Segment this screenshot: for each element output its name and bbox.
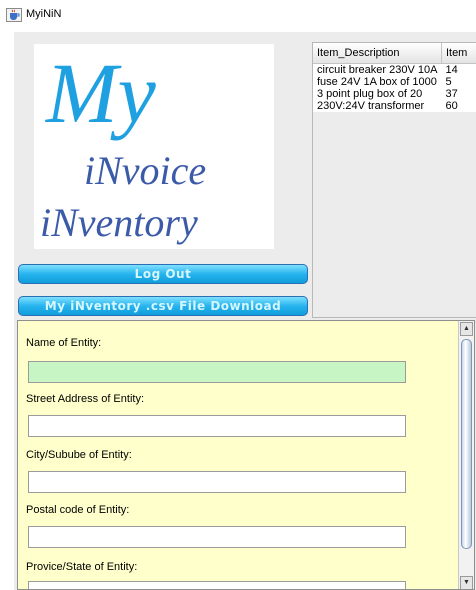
- scroll-down-icon[interactable]: ▼: [460, 576, 473, 589]
- java-cup-icon: [6, 8, 22, 22]
- table-cell: 60: [445, 99, 458, 112]
- table-header-row: Item_Description Item: [313, 43, 476, 64]
- logo-image: My iNvoice iNventory: [40, 45, 206, 245]
- street-address-label: Street Address of Entity:: [26, 393, 145, 405]
- main-window: My iNvoice iNventory Log Out My iNventor…: [14, 32, 476, 590]
- table-cell: 5: [445, 75, 452, 88]
- inventory-table-panel[interactable]: Item_Description Item circuit breaker 23…: [312, 42, 476, 318]
- postal-code-label: Postal code of Entity:: [26, 504, 130, 516]
- column-header-item[interactable]: Item: [441, 43, 476, 64]
- table-row[interactable]: 230V:24V transformer 60: [313, 100, 476, 112]
- city-suburb-label: City/Subube of Entity:: [26, 449, 132, 461]
- table-row[interactable]: circuit breaker 230V 10A 14: [313, 63, 476, 76]
- table-cell: 3 point plug box of 20: [317, 87, 423, 100]
- street-address-field[interactable]: [28, 415, 406, 437]
- table-cell: 230V:24V transformer: [317, 99, 425, 112]
- city-suburb-field[interactable]: [28, 471, 406, 493]
- province-state-field[interactable]: [28, 581, 406, 589]
- table-cell: 37: [445, 87, 458, 100]
- logout-button[interactable]: Log Out: [18, 264, 308, 284]
- entity-form: Name of Entity: Street Address of Entity…: [18, 321, 458, 589]
- scroll-up-icon[interactable]: ▲: [460, 322, 473, 336]
- table-cell: 14: [445, 63, 458, 76]
- table-row[interactable]: 3 point plug box of 20 37: [313, 88, 476, 100]
- table-cell: circuit breaker 230V 10A: [317, 63, 438, 76]
- logo-line-inventory: iNventory: [40, 200, 198, 245]
- logo-line-my: My: [44, 45, 157, 141]
- table-row[interactable]: fuse 24V 1A box of 1000 5: [313, 76, 476, 88]
- entity-name-field[interactable]: [28, 361, 406, 383]
- title-bar: MyiNiN: [0, 0, 476, 30]
- form-scrollbar[interactable]: ▲ ▼: [458, 321, 474, 589]
- column-header-item-description[interactable]: Item_Description: [313, 43, 442, 64]
- province-state-label: Provice/State of Entity:: [26, 561, 138, 573]
- entity-form-panel: Name of Entity: Street Address of Entity…: [17, 320, 475, 590]
- csv-download-button[interactable]: My iNventory .csv File Download: [18, 296, 308, 316]
- window-title: MyiNiN: [26, 8, 62, 20]
- postal-code-field[interactable]: [28, 526, 406, 548]
- table-cell: fuse 24V 1A box of 1000: [317, 75, 437, 88]
- scroll-thumb[interactable]: [461, 339, 472, 549]
- logo-line-invoice: iNvoice: [84, 148, 206, 193]
- inventory-table: Item_Description Item circuit breaker 23…: [313, 43, 476, 112]
- entity-name-label: Name of Entity:: [26, 337, 102, 349]
- app-logo: My iNvoice iNventory: [34, 44, 274, 249]
